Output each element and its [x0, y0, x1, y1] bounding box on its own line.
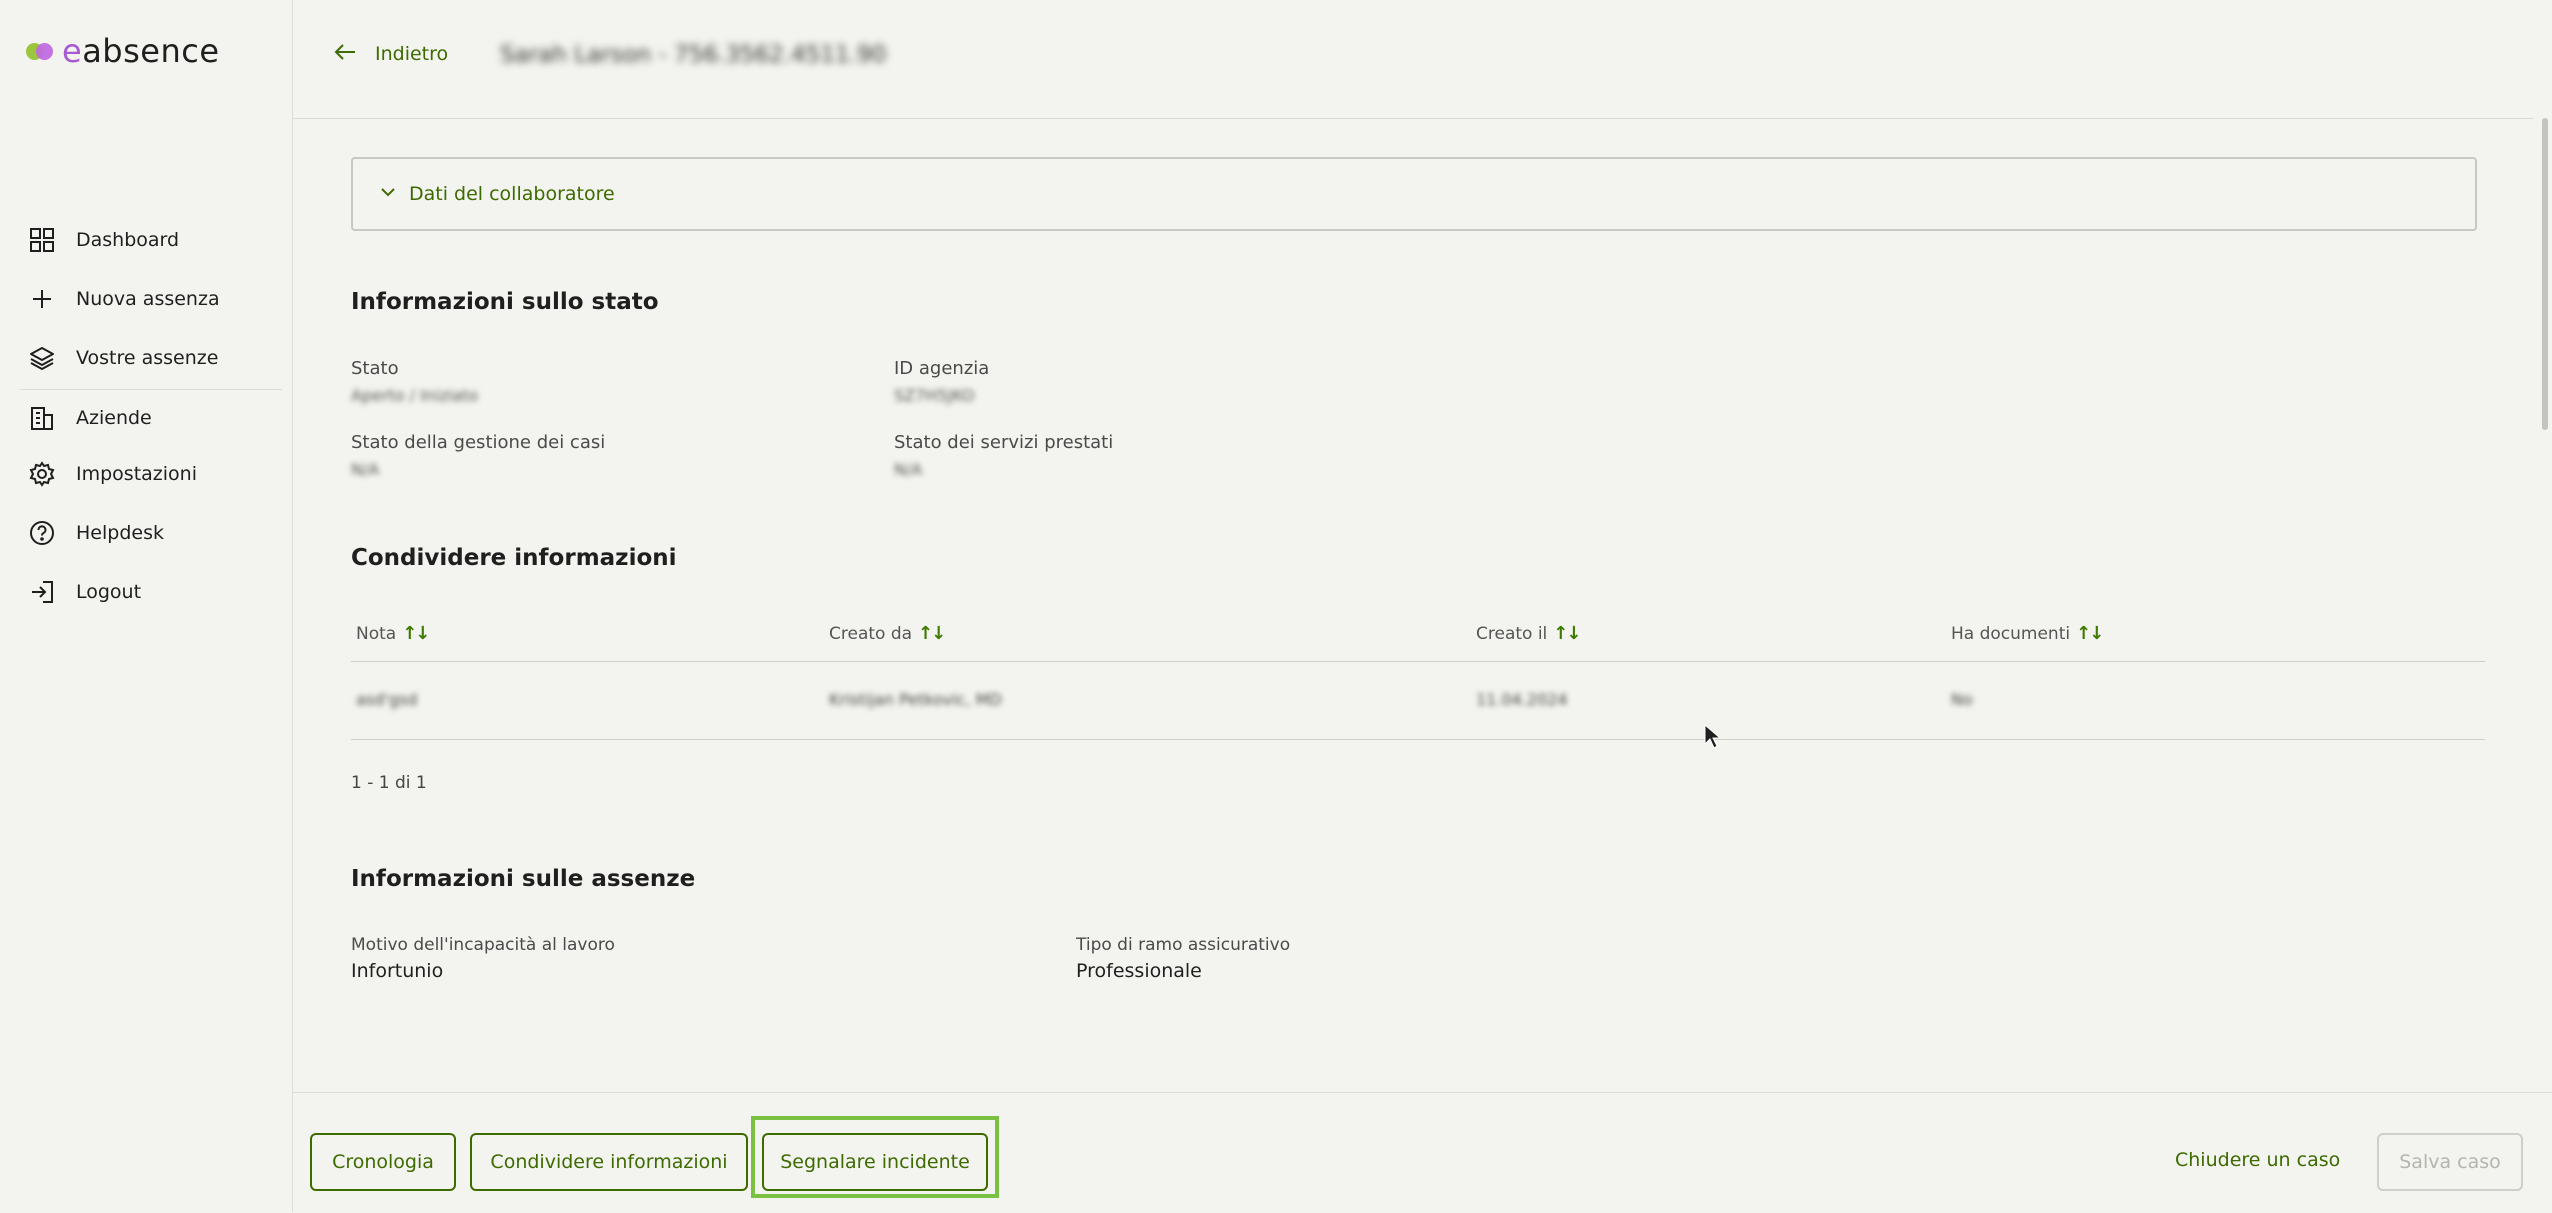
- field-label-agency-id: ID agenzia: [894, 358, 990, 379]
- plus-icon: [28, 285, 56, 313]
- sort-icon: ↑↓: [402, 623, 430, 644]
- scrollbar-thumb[interactable]: [2542, 118, 2548, 430]
- page-header: Indietro Sarah Larson - 756.3562.4511.90: [293, 0, 2552, 119]
- table-row[interactable]: asd'gsd Kristijan Petkovic, MD 11.04.202…: [351, 662, 2485, 740]
- history-button[interactable]: Cronologia: [310, 1133, 456, 1191]
- sidebar-item-label: Vostre assenze: [76, 346, 219, 369]
- sidebar-item-label: Aziende: [76, 407, 152, 429]
- field-value-status: Aperto / Iniziato: [351, 386, 479, 405]
- field-label-incapacity-reason: Motivo dell'incapacità al lavoro: [351, 935, 615, 955]
- share-section-title: Condividere informazioni: [351, 545, 677, 571]
- grid-icon: [28, 226, 56, 254]
- main-content: Dati del collaboratore Informazioni sull…: [293, 119, 2534, 1092]
- status-section-title: Informazioni sullo stato: [351, 289, 659, 315]
- column-header-has-documents[interactable]: Ha documenti ↑↓: [1951, 623, 2104, 644]
- layers-icon: [28, 344, 56, 372]
- table-cell-created-on: 11.04.2024: [1476, 690, 1568, 709]
- table-cell-has-documents: No: [1951, 690, 1973, 709]
- help-circle-icon: [28, 519, 56, 547]
- field-value-services: N/A: [894, 460, 923, 479]
- save-case-button[interactable]: Salva caso: [2377, 1133, 2523, 1191]
- chevron-down-icon: [379, 183, 397, 205]
- sidebar-item-logout[interactable]: Logout: [0, 562, 292, 621]
- field-label-services: Stato dei servizi prestati: [894, 432, 1114, 453]
- logo-mark-icon: [26, 41, 58, 61]
- sidebar: eabsence Dashboard Nuova assenza Vostre …: [0, 0, 293, 1212]
- mouse-cursor-icon: [1704, 723, 1722, 754]
- logo[interactable]: eabsence: [26, 32, 220, 70]
- sidebar-item-settings[interactable]: Impostazioni: [0, 444, 292, 503]
- collapsible-label: Dati del collaboratore: [409, 183, 615, 205]
- column-header-note[interactable]: Nota ↑↓: [356, 623, 430, 644]
- table-cell-note: asd'gsd: [356, 690, 418, 709]
- sidebar-item-label: Nuova assenza: [76, 287, 220, 310]
- field-label-status: Stato: [351, 358, 399, 379]
- logo-text: absence: [82, 32, 220, 70]
- sidebar-item-your-absences[interactable]: Vostre assenze: [0, 328, 292, 387]
- action-footer: Cronologia Condividere informazioni Segn…: [293, 1092, 2552, 1213]
- sidebar-item-label: Dashboard: [76, 228, 180, 251]
- sidebar-item-label: Helpdesk: [76, 521, 164, 544]
- field-label-case-management: Stato della gestione dei casi: [351, 432, 606, 453]
- sort-icon: ↑↓: [2076, 623, 2104, 644]
- shared-info-table: Nota ↑↓ Creato da ↑↓ Creato il ↑↓ Ha docume…: [351, 609, 2485, 740]
- sidebar-item-label: Logout: [76, 580, 142, 603]
- column-header-created-on[interactable]: Creato il ↑↓: [1476, 623, 1581, 644]
- building-icon: [28, 404, 56, 432]
- sidebar-item-helpdesk[interactable]: Helpdesk: [0, 503, 292, 562]
- arrow-left-icon: [333, 40, 357, 68]
- logo-text-e: e: [62, 32, 83, 70]
- field-value-agency-id: SZ7H5JKO: [894, 386, 975, 405]
- back-label: Indietro: [375, 43, 449, 65]
- field-value-insurance-branch: Professionale: [1076, 960, 1202, 982]
- close-case-button[interactable]: Chiudere un caso: [2175, 1149, 2340, 1171]
- table-header: Nota ↑↓ Creato da ↑↓ Creato il ↑↓ Ha docume…: [351, 609, 2485, 662]
- sort-icon: ↑↓: [1553, 623, 1581, 644]
- table-cell-created-by: Kristijan Petkovic, MD: [829, 690, 1002, 709]
- field-value-incapacity-reason: Infortunio: [351, 960, 444, 982]
- report-incident-button[interactable]: Segnalare incidente: [762, 1133, 988, 1191]
- pagination-info: 1 - 1 di 1: [351, 773, 427, 793]
- field-value-case-management: N/A: [351, 460, 380, 479]
- field-label-insurance-branch: Tipo di ramo assicurativo: [1076, 935, 1291, 955]
- sidebar-item-label: Impostazioni: [76, 462, 197, 485]
- logout-icon: [28, 578, 56, 606]
- sidebar-item-dashboard[interactable]: Dashboard: [0, 210, 292, 269]
- absence-section-title: Informazioni sulle assenze: [351, 866, 696, 892]
- employee-data-collapsible[interactable]: Dati del collaboratore: [351, 157, 2477, 231]
- sidebar-divider: [20, 389, 282, 390]
- share-info-button[interactable]: Condividere informazioni: [470, 1133, 748, 1191]
- sidebar-item-new-absence[interactable]: Nuova assenza: [0, 269, 292, 328]
- gear-icon: [28, 460, 56, 488]
- scrollbar[interactable]: [2534, 118, 2552, 1092]
- sort-icon: ↑↓: [918, 623, 946, 644]
- page-title: Sarah Larson - 756.3562.4511.90: [500, 42, 887, 68]
- sidebar-nav: Dashboard Nuova assenza Vostre assenze A…: [0, 210, 292, 621]
- column-header-created-by[interactable]: Creato da ↑↓: [829, 623, 946, 644]
- sidebar-item-companies[interactable]: Aziende: [0, 392, 292, 444]
- back-button[interactable]: Indietro: [333, 40, 448, 68]
